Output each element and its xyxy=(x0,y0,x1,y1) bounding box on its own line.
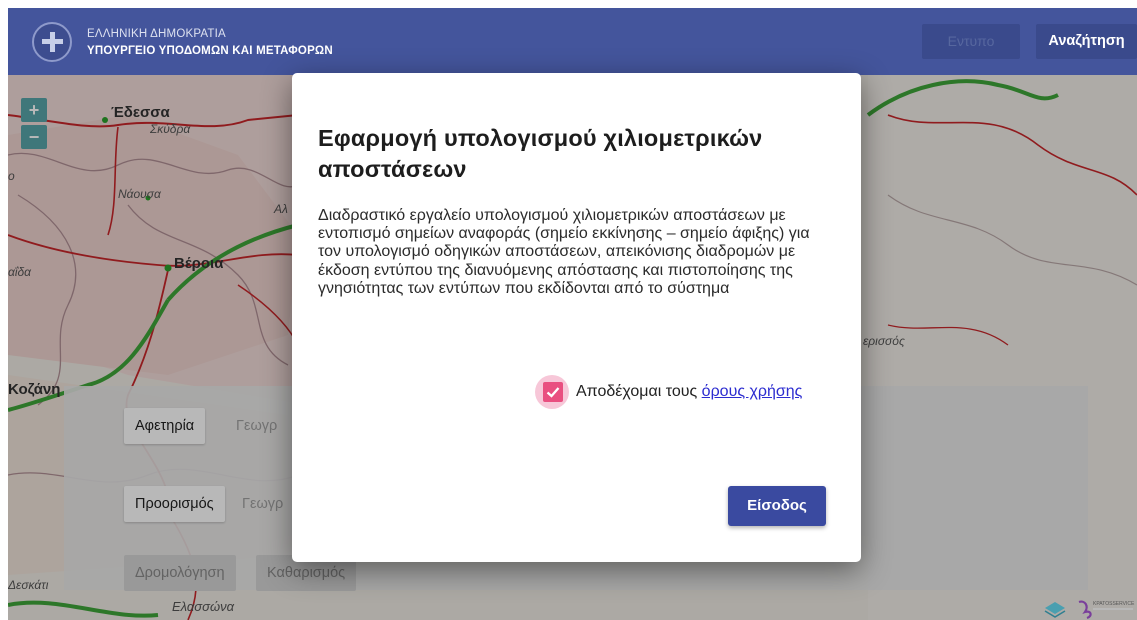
terms-link[interactable]: όρους χρήσης xyxy=(702,383,803,400)
ministry-label: ΥΠΟΥΡΓΕΙΟ ΥΠΟΔΟΜΩΝ ΚΑΙ ΜΕΤΑΦΟΡΩΝ xyxy=(87,45,333,57)
check-icon xyxy=(546,387,560,398)
search-button[interactable]: Αναζήτηση xyxy=(1036,24,1137,59)
accept-terms-label: Αποδέχομαι τους όρους χρήσης xyxy=(576,378,802,406)
partner-logos: KPATOSSERVICE xyxy=(1041,598,1137,620)
terms-dialog: Εφαρμογή υπολογισμού χιλιομετρικών αποστ… xyxy=(292,73,861,562)
greek-emblem-icon xyxy=(32,22,72,62)
dialog-title: Εφαρμογή υπολογισμού χιλιομετρικών αποστ… xyxy=(318,125,763,182)
partner-logo-text: KPATOSSERVICE xyxy=(1093,601,1135,607)
dialog-description: Διαδραστικό εργαλείο υπολογισμού χιλιομε… xyxy=(318,207,810,297)
app-frame: ΕΛΛΗΝΙΚΗ ΔΗΜΟΚΡΑΤΙΑ ΥΠΟΥΡΓΕΙΟ ΥΠΟΔΟΜΩΝ Κ… xyxy=(8,8,1137,620)
accept-text: Αποδέχομαι τους xyxy=(576,383,698,400)
print-button[interactable]: Εντυπο xyxy=(922,24,1020,59)
republic-label: ΕΛΛΗΝΙΚΗ ΔΗΜΟΚΡΑΤΙΑ xyxy=(87,28,226,40)
top-header: ΕΛΛΗΝΙΚΗ ΔΗΜΟΚΡΑΤΙΑ ΥΠΟΥΡΓΕΙΟ ΥΠΟΔΟΜΩΝ Κ… xyxy=(8,8,1137,75)
accept-terms-checkbox[interactable] xyxy=(543,382,563,402)
login-button[interactable]: Είσοδος xyxy=(728,486,826,526)
